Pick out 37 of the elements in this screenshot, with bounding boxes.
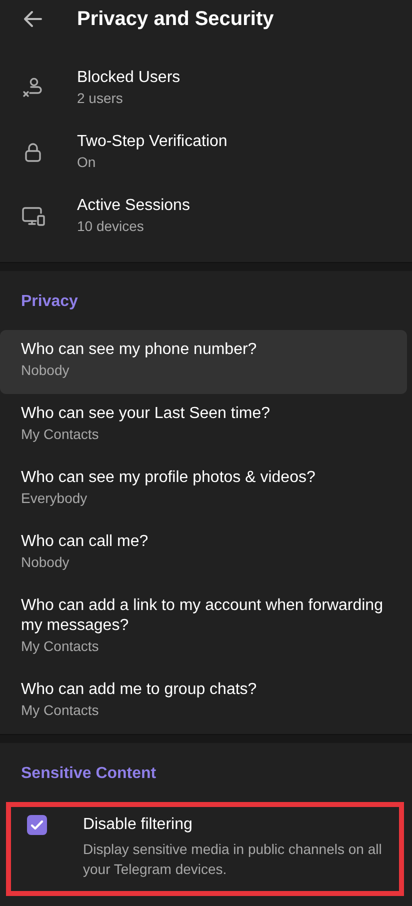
item-title: Two-Step Verification bbox=[77, 132, 228, 152]
section-heading: Privacy bbox=[20, 292, 79, 312]
privacy-item[interactable]: Who can add a link to my account when forwarding my messages? My Contacts bbox=[0, 586, 407, 670]
item-value: Nobody bbox=[21, 553, 70, 572]
item-title: Who can call me? bbox=[21, 532, 150, 552]
item-value: 2 users bbox=[77, 89, 124, 108]
devices-icon bbox=[21, 204, 47, 228]
item-title: Who can see my profile photos & videos? bbox=[21, 468, 316, 488]
item-title: Blocked Users bbox=[77, 68, 180, 88]
checkbox[interactable] bbox=[27, 815, 47, 835]
checkmark-icon bbox=[30, 818, 44, 832]
item-value: My Contacts bbox=[21, 425, 100, 444]
privacy-item[interactable]: Who can add me to group chats? My Contacts bbox=[0, 670, 407, 734]
settings-item[interactable]: Active Sessions 10 devices bbox=[0, 184, 412, 248]
privacy-item[interactable]: Who can call me? Nobody bbox=[0, 522, 407, 586]
item-title: Who can see your Last Seen time? bbox=[21, 404, 272, 424]
item-title: Who can see my phone number? bbox=[21, 340, 258, 360]
item-title: Who can add me to group chats? bbox=[21, 680, 258, 700]
item-value: My Contacts bbox=[21, 701, 100, 720]
privacy-item[interactable]: Who can see my phone number? Nobody bbox=[0, 330, 407, 394]
item-value: My Contacts bbox=[21, 637, 100, 656]
item-title: Who can add a link to my account when forwarding my messages? bbox=[21, 596, 384, 636]
item-value: Everybody bbox=[21, 489, 88, 508]
privacy-item[interactable]: Who can see my profile photos & videos? Everybody bbox=[0, 458, 407, 522]
settings-item[interactable]: Blocked Users 2 users bbox=[0, 56, 412, 120]
privacy-item[interactable]: Who can see your Last Seen time? My Contacts bbox=[0, 394, 407, 458]
page-title: Privacy and Security bbox=[77, 8, 274, 30]
option-description: Display sensitive media in public channels on all your Telegram devices. bbox=[83, 840, 383, 879]
settings-item[interactable]: Two-Step Verification On bbox=[0, 120, 412, 184]
back-arrow-icon[interactable] bbox=[22, 8, 44, 30]
section-heading: Sensitive Content bbox=[20, 764, 158, 784]
item-value: Nobody bbox=[21, 361, 70, 380]
item-value: 10 devices bbox=[77, 217, 145, 236]
item-title: Active Sessions bbox=[77, 196, 190, 216]
item-value: On bbox=[77, 153, 97, 172]
blocked-user-icon bbox=[21, 76, 45, 100]
option-title: Disable filtering bbox=[83, 815, 194, 835]
